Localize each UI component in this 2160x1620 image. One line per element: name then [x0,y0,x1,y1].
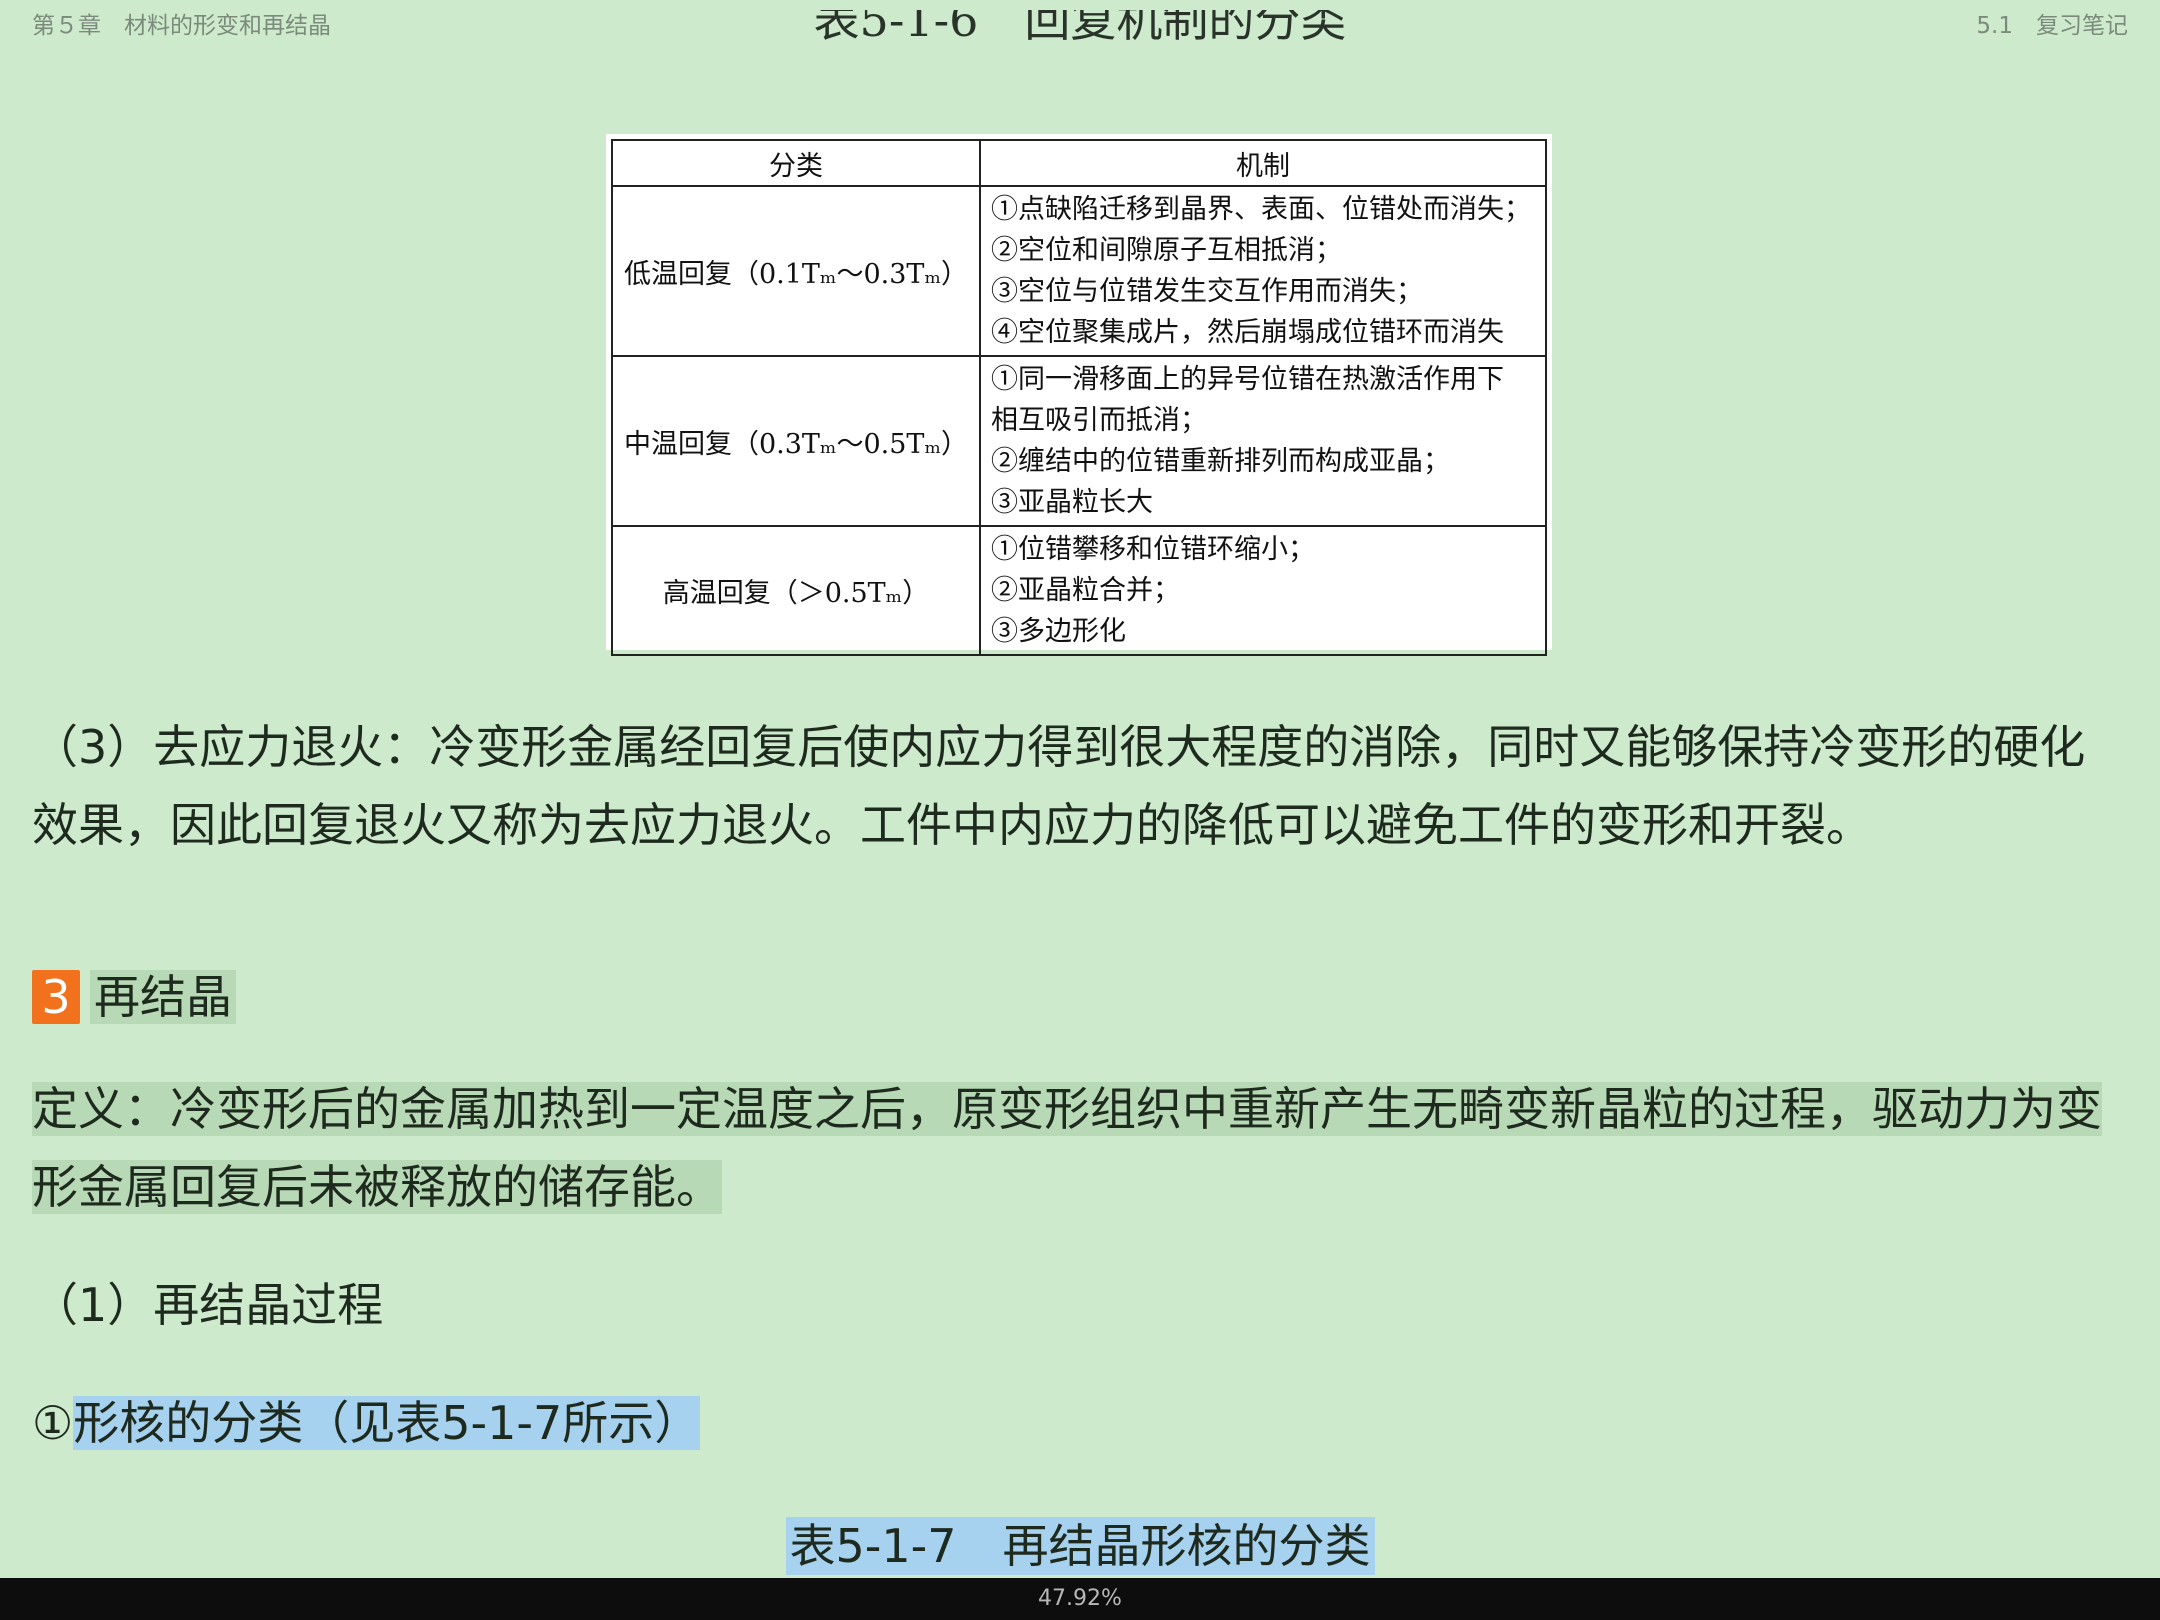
mechanism-line: ②缠结中的位错重新排列而构成亚晶； [991,446,1450,477]
mechanism-line: ②亚晶粒合并； [991,575,1180,606]
nucleation-text[interactable]: 形核的分类（见表5-1-7所示） [73,1396,701,1450]
reading-progress-percent: 47.92% [1038,1586,1122,1611]
table-cell-mechanism[interactable]: ①位错攀移和位错环缩小； ②亚晶粒合并； ③多边形化 [979,525,1547,656]
process-heading[interactable]: （1）再结晶过程 [32,1266,2122,1344]
reading-progress-bar[interactable]: 47.92% [0,1578,2160,1620]
table-cell-mechanism[interactable]: ①同一滑移面上的异号位错在热激活作用下 相互吸引而抵消； ②缠结中的位错重新排列… [979,355,1547,527]
nucleation-paragraph: ①形核的分类（见表5-1-7所示） [32,1384,2122,1462]
table-header-category[interactable]: 分类 [611,139,981,187]
table-header-mechanism[interactable]: 机制 [979,139,1547,187]
definition-paragraph: 定义：冷变形后的金属加热到一定温度之后，原变形组织中重新产生无畸变新晶粒的过程，… [32,1070,2122,1226]
mechanism-line: 相互吸引而抵消； [991,405,1207,436]
stress-relief-paragraph[interactable]: （3）去应力退火：冷变形金属经回复后使内应力得到很大程度的消除，同时又能够保持冷… [32,708,2122,864]
table-row: 高温回复（＞0.5Tₘ） ①位错攀移和位错环缩小； ②亚晶粒合并； ③多边形化 [611,525,1547,656]
section-heading: 3 再结晶 [32,954,2122,1032]
mechanism-line: ①点缺陷迁移到晶界、表面、位错处而消失； [991,194,1531,225]
recovery-mechanism-table: 分类 机制 低温回复（0.1Tₘ～0.3Tₘ） ①点缺陷迁移到晶界、表面、位错处… [606,134,1552,656]
section-heading-text[interactable]: 再结晶 [90,969,236,1024]
table-header-row: 分类 机制 [611,139,1547,187]
definition-text[interactable]: 定义：冷变形后的金属加热到一定温度之后，原变形组织中重新产生无畸变新晶粒的过程，… [32,1082,2102,1214]
previous-table-caption: 表5-1-6 回复机制的分类 [0,10,2160,62]
recovery-table: 分类 机制 低温回复（0.1Tₘ～0.3Tₘ） ①点缺陷迁移到晶界、表面、位错处… [611,139,1547,656]
nucleation-prefix: ① [32,1396,74,1450]
next-table-caption: 表5-1-7 再结晶形核的分类 [0,1510,2160,1576]
table-row: 中温回复（0.3Tₘ～0.5Tₘ） ①同一滑移面上的异号位错在热激活作用下 相互… [611,355,1547,527]
table-row: 低温回复（0.1Tₘ～0.3Tₘ） ①点缺陷迁移到晶界、表面、位错处而消失； ②… [611,185,1547,357]
mechanism-line: ②空位和间隙原子互相抵消； [991,235,1342,266]
table-cell-category[interactable]: 中温回复（0.3Tₘ～0.5Tₘ） [611,355,981,527]
mechanism-line: ③亚晶粒长大 [991,487,1153,518]
section-number-badge: 3 [32,969,80,1024]
mechanism-line: ③空位与位错发生交互作用而消失； [991,276,1423,307]
table-cell-mechanism[interactable]: ①点缺陷迁移到晶界、表面、位错处而消失； ②空位和间隙原子互相抵消； ③空位与位… [979,185,1547,357]
table-cell-category[interactable]: 高温回复（＞0.5Tₘ） [611,525,981,656]
next-table-caption-text[interactable]: 表5-1-7 再结晶形核的分类 [785,1517,1375,1575]
mechanism-line: ④空位聚集成片，然后崩塌成位错环而消失 [991,317,1504,348]
table-cell-category[interactable]: 低温回复（0.1Tₘ～0.3Tₘ） [611,185,981,357]
mechanism-line: ①位错攀移和位错环缩小； [991,534,1315,565]
previous-table-caption-text[interactable]: 表5-1-6 回复机制的分类 [814,10,1347,47]
mechanism-line: ③多边形化 [991,616,1126,647]
mechanism-line: ①同一滑移面上的异号位错在热激活作用下 [991,364,1504,395]
